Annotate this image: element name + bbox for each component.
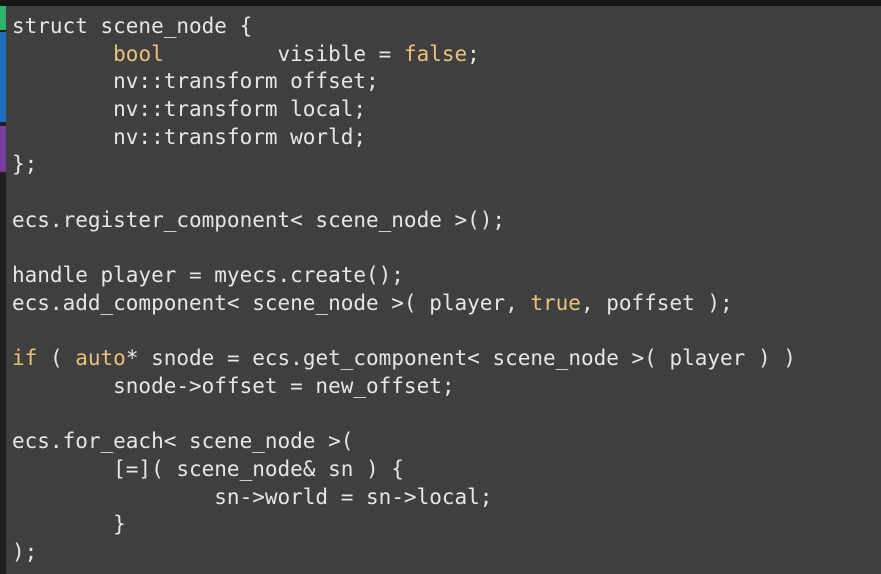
code-keyword: if xyxy=(12,346,38,371)
code-text: ecs.for_each< scene_node >( xyxy=(12,429,354,454)
code-text: nv::transform offset; xyxy=(12,69,379,94)
code-line[interactable]: handle player = myecs.create(); xyxy=(12,262,796,290)
code-text: ); xyxy=(12,540,38,565)
code-line[interactable]: ​ xyxy=(12,401,796,429)
code-text: snode->offset = new_offset; xyxy=(12,373,455,398)
code-editor[interactable]: struct scene_node { bool visible = false… xyxy=(12,13,796,567)
code-text: ; xyxy=(467,41,480,66)
code-line[interactable]: ​ xyxy=(12,235,796,263)
code-text: sn->world = sn->local; xyxy=(12,484,493,509)
code-text: , poffset ); xyxy=(580,290,733,315)
code-text: struct scene_node { xyxy=(12,14,253,38)
gutter-marker-blue xyxy=(0,32,6,122)
code-line[interactable]: bool visible = false; xyxy=(12,41,796,69)
code-keyword: false xyxy=(403,41,468,66)
code-text: ( xyxy=(37,346,76,371)
code-line[interactable]: nv::transform local; xyxy=(12,96,796,124)
code-line[interactable]: ecs.add_component< scene_node >( player,… xyxy=(12,290,796,318)
code-line[interactable]: ecs.for_each< scene_node >( xyxy=(12,428,796,456)
code-line[interactable]: ); xyxy=(12,539,796,567)
code-line[interactable]: sn->world = sn->local; xyxy=(12,484,796,512)
code-line[interactable]: [=]( scene_node& sn ) { xyxy=(12,456,796,484)
code-line[interactable]: nv::transform offset; xyxy=(12,68,796,96)
code-text: visible = xyxy=(163,41,404,66)
gutter-marker-purple xyxy=(0,126,6,172)
code-text: nv::transform local; xyxy=(12,97,367,122)
code-line[interactable]: } xyxy=(12,511,796,539)
code-line[interactable]: ecs.register_component< scene_node >(); xyxy=(12,207,796,235)
code-text: } xyxy=(12,512,126,537)
window-top-bar xyxy=(0,0,881,6)
code-text: }; xyxy=(12,152,38,177)
code-text: handle player = myecs.create(); xyxy=(12,263,404,288)
code-line[interactable]: ​ xyxy=(12,179,796,207)
gutter-marker-green xyxy=(0,6,6,30)
code-line[interactable]: snode->offset = new_offset; xyxy=(12,373,796,401)
code-line[interactable]: }; xyxy=(12,151,796,179)
code-text: ecs.add_component< scene_node >( player, xyxy=(12,290,531,315)
code-line[interactable]: if ( auto* snode = ecs.get_component< sc… xyxy=(12,345,796,373)
code-line[interactable]: nv::transform world; xyxy=(12,124,796,152)
code-keyword: true xyxy=(530,290,581,315)
code-text: ecs.register_component< scene_node >(); xyxy=(12,207,506,232)
code-line[interactable]: ​ xyxy=(12,318,796,346)
code-line[interactable]: struct scene_node { xyxy=(12,13,796,41)
code-text: nv::transform world; xyxy=(12,124,367,149)
code-text: * snode = ecs.get_component< scene_node … xyxy=(125,346,796,371)
code-keyword: bool xyxy=(113,41,164,66)
code-text: [=]( scene_node& sn ) { xyxy=(12,457,404,481)
code-keyword: auto xyxy=(75,346,126,371)
